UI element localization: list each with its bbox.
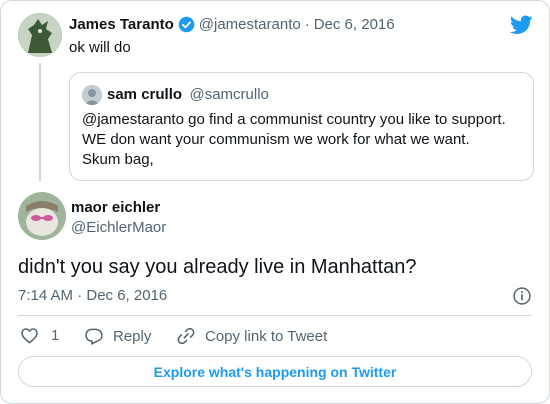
parent-tweet-text: ok will do [69,39,131,56]
parent-date[interactable]: Dec 6, 2016 [314,16,395,33]
quoted-avatar [82,85,102,105]
reply-author-name[interactable]: maor eichler [71,199,160,217]
actions-divider [18,315,532,316]
quoted-tweet[interactable]: sam crullo @samcrullo @jamestaranto go f… [69,72,534,181]
reply-author-name-text[interactable]: maor eichler [71,199,160,216]
quoted-tweet-text: @jamestaranto go find a communist countr… [82,111,506,168]
explore-twitter-label: Explore what's happening on Twitter [153,363,397,380]
quoted-author-name: sam crullo [107,86,183,103]
reply-timestamp[interactable]: 7:14 AM · Dec 6, 2016 [18,287,167,304]
like-action[interactable]: 1 [20,326,59,345]
parent-author-handle[interactable]: @jamestaranto [199,16,301,33]
copy-link-action[interactable]: Copy link to Tweet [176,326,327,346]
like-count: 1 [51,327,60,344]
reply-label: Reply [113,327,152,345]
reply-tweet-text: didn't you say you already live in Manha… [18,256,417,278]
thread-connector-line [39,63,41,181]
parent-avatar[interactable] [18,13,62,57]
reply-action[interactable]: Reply [84,326,151,346]
copy-link-label: Copy link to Tweet [205,327,328,345]
reply-icon [84,326,104,346]
info-icon[interactable] [512,286,532,306]
twitter-bird-icon[interactable] [509,15,533,35]
verified-badge-icon [178,16,195,33]
embedded-tweet-card: James Taranto @jamestaranto · Dec 6, 201… [0,0,550,404]
heart-icon [20,326,39,345]
reply-author-handle[interactable]: @EichlerMaor [71,219,166,236]
reply-avatar[interactable] [18,192,66,240]
parent-author-name[interactable]: James Taranto [69,16,174,33]
link-icon [176,326,196,346]
quoted-author-handle: @samcrullo [189,86,269,103]
parent-separator: · [304,16,310,33]
explore-twitter-button[interactable]: Explore what's happening on Twitter [18,356,532,387]
